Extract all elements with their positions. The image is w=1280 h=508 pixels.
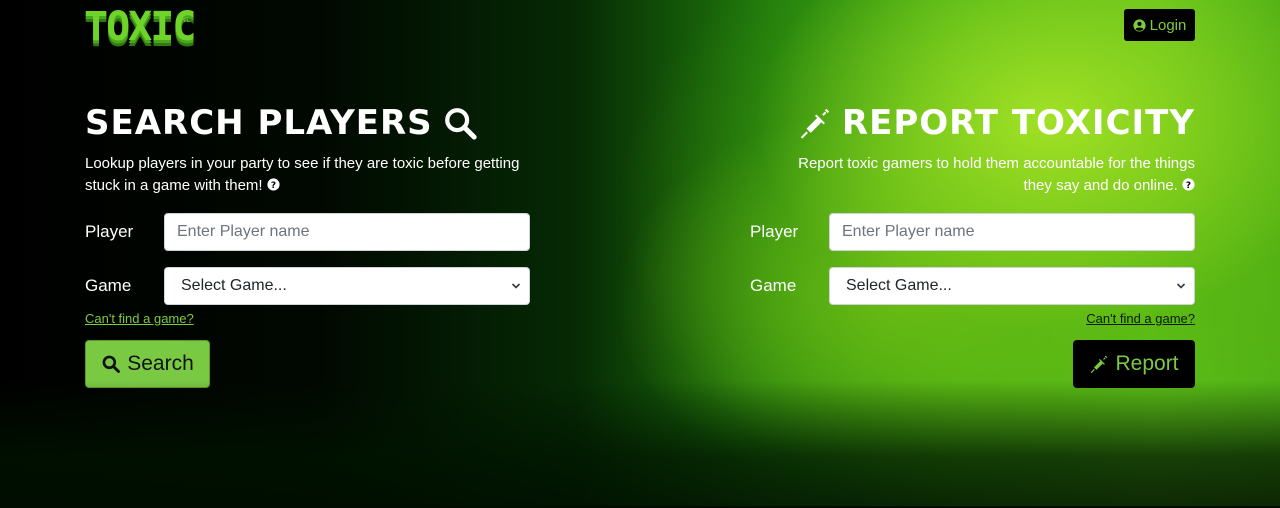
- search-game-label: Game: [85, 276, 132, 295]
- svg-text:?: ?: [271, 181, 276, 191]
- report-toxicity-title: REPORT TOXICITY: [798, 100, 1195, 146]
- chevron-down-icon: [511, 283, 521, 289]
- search-game-select[interactable]: Select Game...: [164, 267, 530, 305]
- report-game-label: Game: [750, 276, 797, 295]
- report-title-text: REPORT TOXICITY: [841, 103, 1195, 143]
- report-button-label: Report: [1115, 352, 1179, 375]
- report-cant-find-game-link[interactable]: Can't find a game?: [1086, 311, 1195, 326]
- search-player-label: Player: [85, 222, 134, 241]
- user-circle-icon: [1133, 18, 1146, 32]
- login-button[interactable]: Login: [1124, 9, 1195, 41]
- logo-text: TOXIC: [84, 4, 196, 50]
- report-player-input[interactable]: [829, 213, 1195, 251]
- search-title-text: SEARCH PLAYERS: [85, 103, 433, 143]
- chevron-down-icon: [1176, 283, 1186, 289]
- search-button[interactable]: Search: [85, 340, 210, 388]
- search-button-label: Search: [127, 352, 194, 375]
- search-cant-find-game-link[interactable]: Can't find a game?: [85, 311, 194, 326]
- report-description: Report toxic gamers to hold them account…: [755, 153, 1195, 197]
- report-game-select[interactable]: Select Game...: [829, 267, 1195, 305]
- search-description: Lookup players in your party to see if t…: [85, 153, 525, 197]
- report-description-line2: they say and do online.: [1023, 177, 1178, 194]
- login-label: Login: [1149, 16, 1187, 34]
- toxic-logo[interactable]: TOXIC INL: [84, 2, 196, 52]
- question-circle-icon[interactable]: ?: [267, 178, 280, 191]
- search-description-text: Lookup players in your party to see if t…: [85, 155, 520, 194]
- search-game-selected: Select Game...: [181, 277, 287, 294]
- report-button[interactable]: Report: [1073, 340, 1195, 388]
- logo-suffix: INL: [178, 16, 190, 24]
- svg-text:?: ?: [1186, 181, 1191, 191]
- syringe-icon: [800, 108, 830, 139]
- question-circle-icon[interactable]: ?: [1182, 178, 1195, 191]
- report-game-selected: Select Game...: [846, 277, 952, 294]
- search-players-title: SEARCH PLAYERS: [85, 100, 477, 146]
- report-description-line1: Report toxic gamers to hold them account…: [798, 155, 1195, 172]
- search-icon: [444, 108, 477, 140]
- syringe-icon: [1091, 355, 1108, 374]
- search-icon: [102, 355, 121, 373]
- search-player-input[interactable]: [164, 213, 530, 251]
- report-player-label: Player: [750, 222, 799, 241]
